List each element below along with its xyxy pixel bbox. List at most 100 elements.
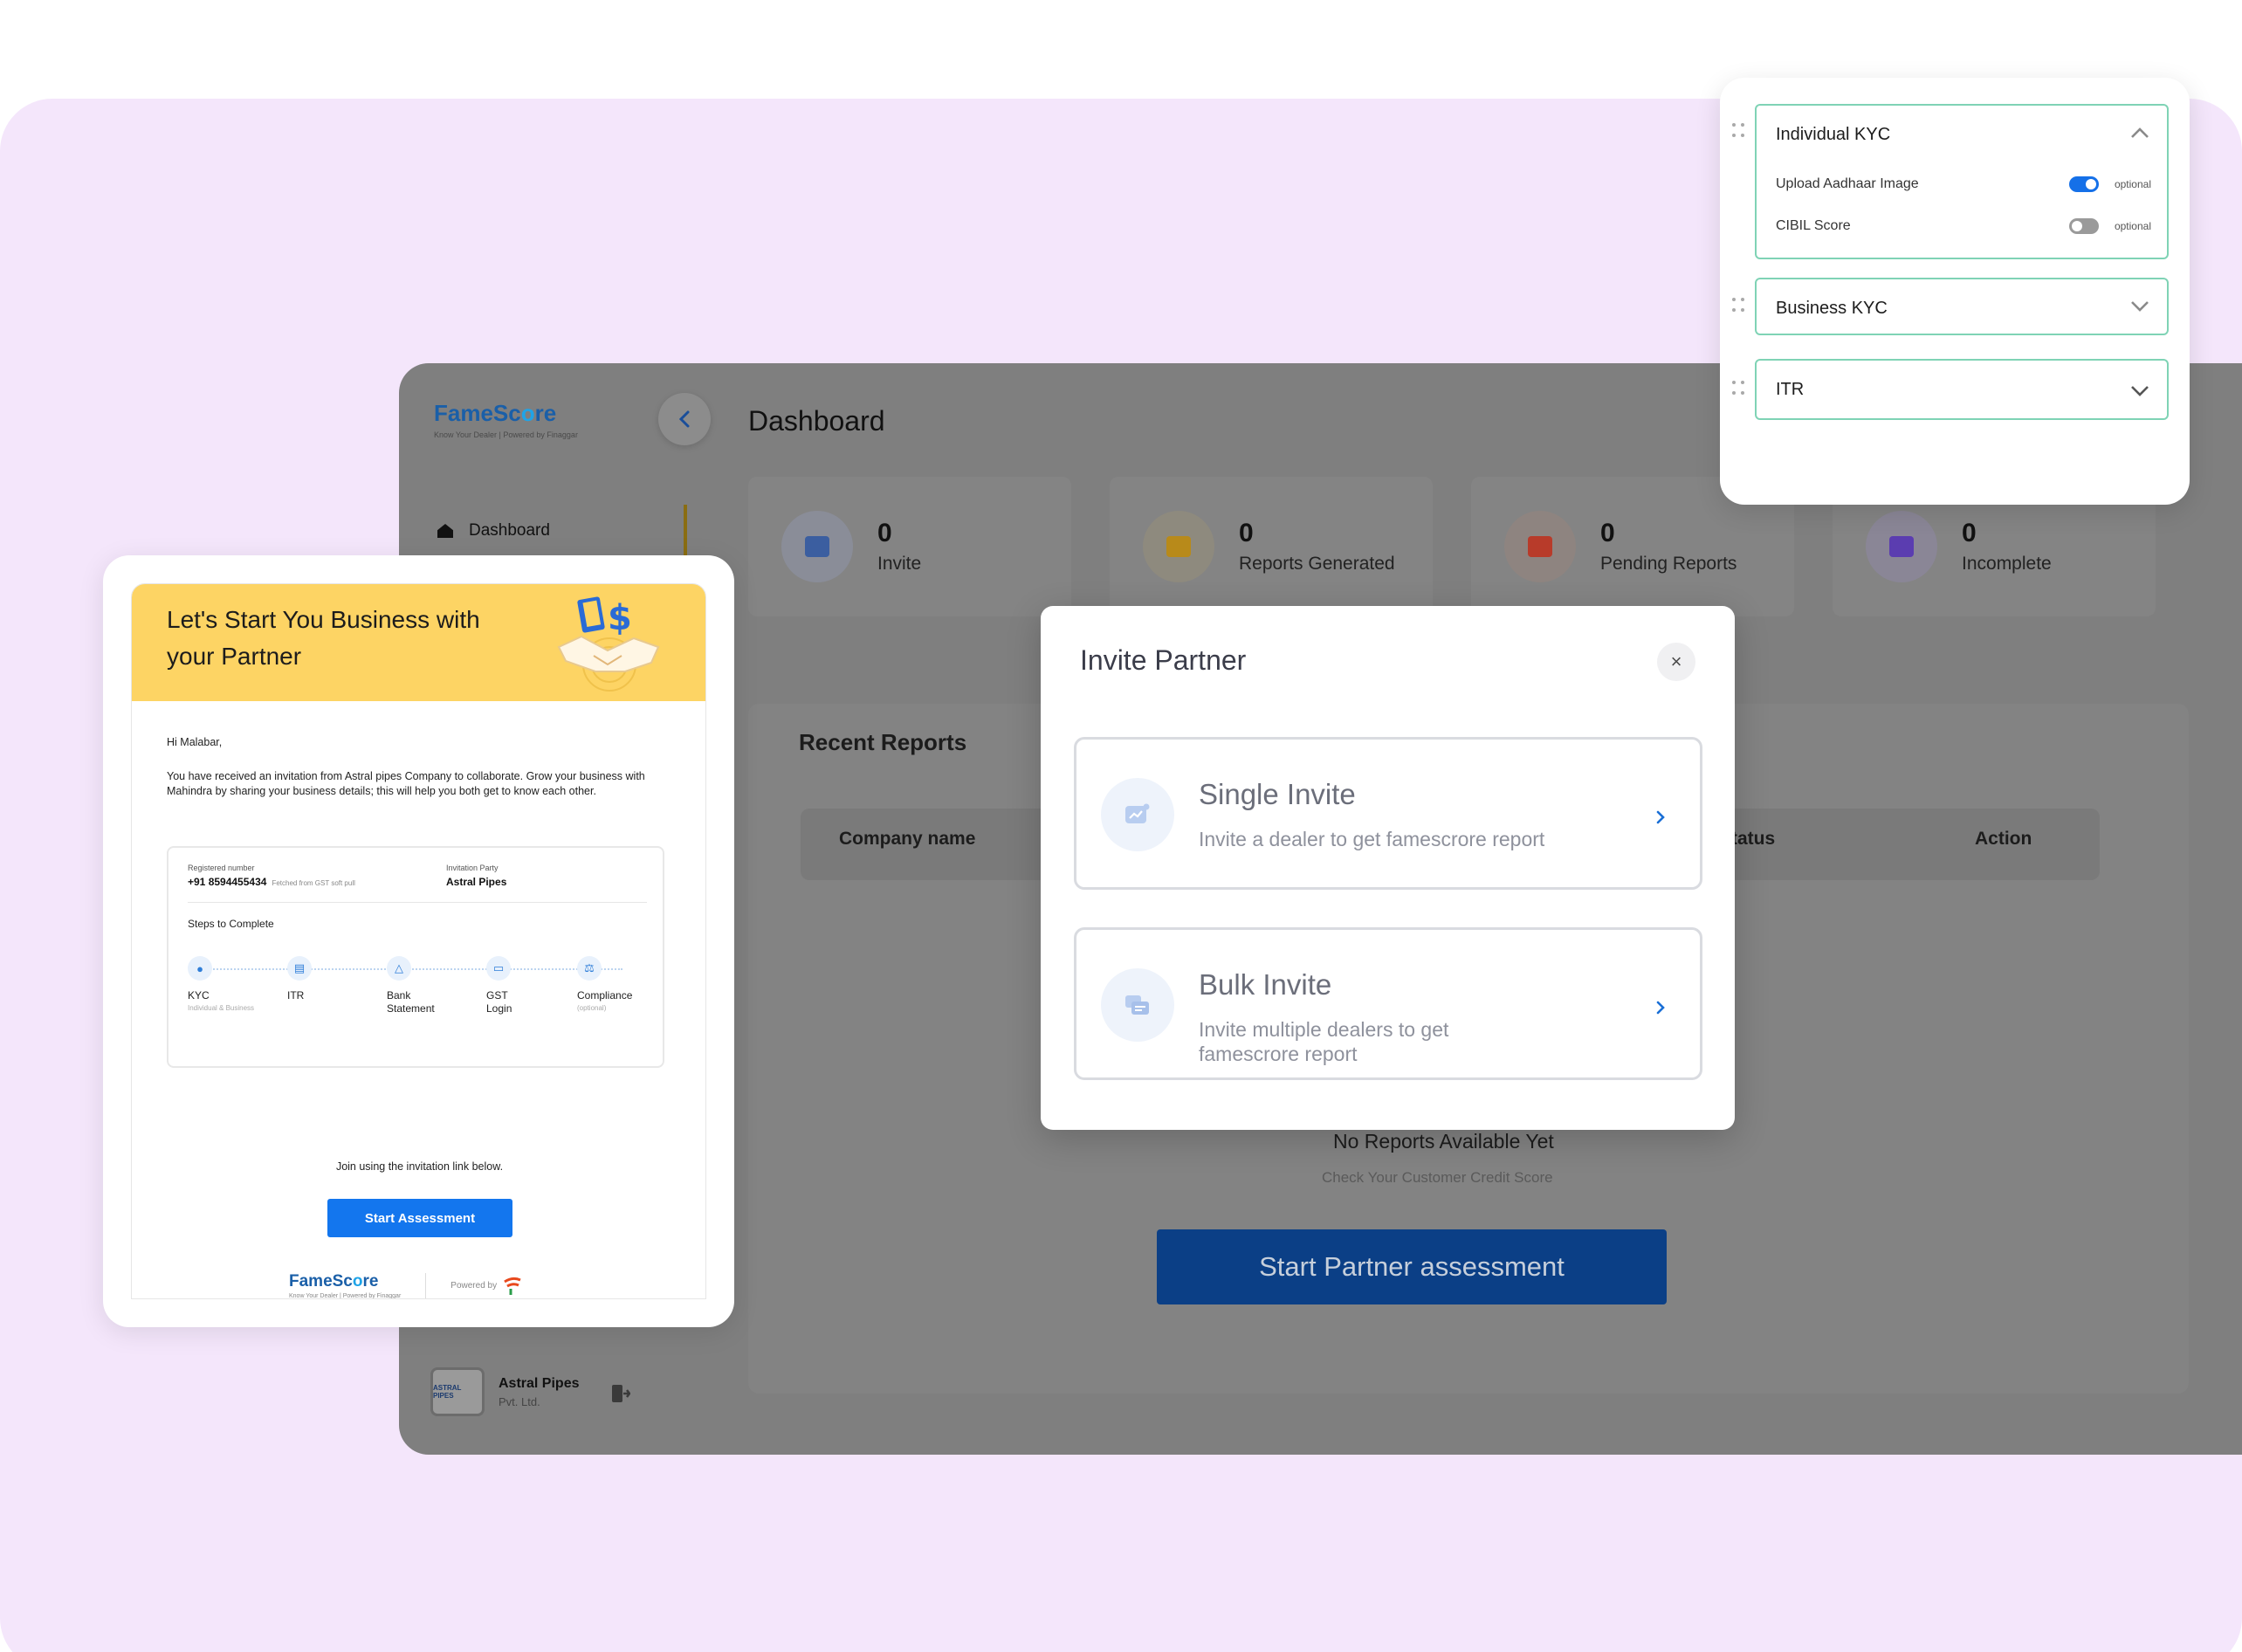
empty-state-subtitle: Check Your Customer Credit Score: [1322, 1169, 1553, 1186]
column-header-company[interactable]: Company name: [839, 829, 975, 850]
chart-icon: [1143, 511, 1214, 582]
kyc-section-business[interactable]: Business KYC: [1755, 278, 2169, 335]
step-label: ITR: [287, 989, 305, 1002]
powered-by-label: Powered by: [450, 1281, 498, 1291]
column-header-status[interactable]: tatus: [1731, 829, 1775, 850]
logo-tagline: Know Your Dealer | Powered by Finaggar: [434, 430, 578, 439]
column-header-action[interactable]: Action: [1975, 829, 2032, 850]
close-icon[interactable]: ×: [1657, 643, 1695, 681]
single-invite-icon: [1101, 778, 1174, 851]
tray-icon: [1866, 511, 1937, 582]
file-icon: ▭: [486, 956, 511, 981]
user-icon: ●: [188, 956, 212, 981]
start-partner-assessment-button[interactable]: Start Partner assessment: [1157, 1229, 1667, 1304]
famescore-logo[interactable]: FameScore Know Your Dealer | Powered by …: [434, 400, 578, 439]
stat-value: 0: [1962, 519, 1977, 547]
row-label: Upload Aadhaar Image: [1776, 176, 1919, 191]
section-header[interactable]: ITR: [1757, 361, 2167, 418]
company-name: Astral Pipes: [499, 1375, 580, 1391]
footer-logo: FameScore Know Your Dealer | Powered by …: [289, 1272, 402, 1299]
option-subtitle: Invite multiple dealers to get famescror…: [1199, 1018, 1449, 1065]
step-gst-login: ▭ GST Login: [486, 956, 530, 1015]
document-icon: ▤: [287, 956, 312, 981]
stat-value: 0: [1239, 519, 1254, 547]
step-label: KYC: [188, 989, 210, 1002]
inbox-icon: [781, 511, 853, 582]
row-label: CIBIL Score: [1776, 218, 1851, 233]
option-subtitle: Invite a dealer to get famescrore report: [1199, 828, 1545, 850]
section-header[interactable]: Business KYC: [1757, 279, 2167, 337]
invitation-email-card: Let's Start You Business with your Partn…: [103, 555, 734, 1327]
invitation-party-label: Invitation Party: [446, 864, 499, 872]
section-title: Business KYC: [1776, 298, 1888, 318]
optional-tag: optional: [2114, 220, 2151, 232]
option-title: Bulk Invite: [1199, 968, 1332, 1001]
page-title: Dashboard: [748, 405, 885, 437]
registered-number-label: Registered number: [188, 864, 255, 872]
drag-handle-icon[interactable]: [1732, 381, 1744, 396]
sidebar-item-dashboard[interactable]: Dashboard: [399, 505, 687, 557]
logout-icon[interactable]: [611, 1383, 630, 1404]
kyc-section-itr[interactable]: ITR: [1755, 359, 2169, 420]
footer-divider: [425, 1272, 427, 1298]
kyc-row-aadhaar: Upload Aadhaar Image optional: [1757, 163, 2167, 205]
chevron-down-icon[interactable]: [2130, 385, 2149, 397]
email-banner: Let's Start You Business with your Partn…: [132, 584, 705, 701]
stat-card-reports-generated: 0 Reports Generated: [1110, 477, 1433, 616]
cibil-toggle[interactable]: [2069, 218, 2099, 234]
steps-title: Steps to Complete: [188, 918, 274, 930]
stat-label: Invite: [877, 554, 922, 574]
invitation-party-value: Astral Pipes: [446, 876, 507, 888]
step-sub: (optional): [577, 1004, 607, 1012]
stat-label: Reports Generated: [1239, 554, 1395, 574]
kyc-row-cibil: CIBIL Score optional: [1757, 205, 2167, 247]
step-bank-statement: △ Bank Statement: [387, 956, 448, 1015]
step-itr: ▤ ITR: [287, 956, 375, 1002]
drag-handle-icon[interactable]: [1732, 123, 1744, 139]
join-text: Join using the invitation link below.: [335, 1160, 504, 1173]
kyc-settings-card: Individual KYC Upload Aadhaar Image opti…: [1720, 78, 2190, 505]
step-label: Compliance: [577, 989, 633, 1002]
email-content: Let's Start You Business with your Partn…: [131, 583, 706, 1299]
stat-value: 0: [1600, 519, 1615, 547]
chevron-up-icon[interactable]: [2130, 127, 2149, 139]
email-message: You have received an invitation from Ast…: [167, 770, 645, 797]
invitation-details: Registered number +91 8594455434 Fetched …: [167, 846, 664, 1068]
empty-state-title: No Reports Available Yet: [1333, 1130, 1554, 1153]
home-icon: [437, 524, 453, 538]
sidebar-item-label: Dashboard: [469, 521, 550, 540]
company-logo: ASTRAL PIPES: [430, 1367, 485, 1416]
stat-label: Incomplete: [1962, 554, 2052, 574]
footer-tagline: Know Your Dealer | Powered by Finaggar: [289, 1293, 402, 1299]
section-title: Individual KYC: [1776, 124, 1891, 144]
stat-value: 0: [877, 519, 892, 547]
email-greeting: Hi Malabar,: [167, 736, 223, 748]
section-header[interactable]: Individual KYC: [1757, 106, 2167, 163]
bank-icon: △: [387, 956, 411, 981]
question-icon: [1504, 511, 1576, 582]
company-profile[interactable]: ASTRAL PIPES Astral Pipes Pvt. Ltd.: [430, 1367, 579, 1416]
start-assessment-button[interactable]: Start Assessment: [327, 1199, 512, 1237]
chevron-down-icon[interactable]: [2130, 300, 2149, 313]
chevron-left-icon: [678, 410, 690, 428]
svg-text:$: $: [608, 598, 632, 638]
aadhaar-toggle[interactable]: [2069, 176, 2099, 192]
scale-icon: ⚖: [577, 956, 602, 981]
step-compliance: ⚖ Compliance (optional): [577, 956, 664, 1012]
step-label: GST Login: [486, 989, 512, 1015]
bulk-invite-icon: [1101, 968, 1174, 1042]
logo-text: FameScore: [434, 400, 557, 426]
handshake-icon: $: [557, 596, 660, 692]
modal-title: Invite Partner: [1080, 644, 1247, 676]
single-invite-option[interactable]: Single Invite Invite a dealer to get fam…: [1074, 737, 1702, 890]
drag-handle-icon[interactable]: [1732, 298, 1744, 313]
step-label: Bank Statement: [387, 989, 435, 1015]
stat-card-invite: 0 Invite: [748, 477, 1071, 616]
collapse-sidebar-button[interactable]: [658, 393, 711, 445]
fetched-note: Fetched from GST soft pull: [272, 879, 355, 887]
option-title: Single Invite: [1199, 778, 1356, 810]
bulk-invite-option[interactable]: Bulk Invite Invite multiple dealers to g…: [1074, 927, 1702, 1080]
chevron-right-icon: [1656, 1001, 1665, 1015]
stat-label: Pending Reports: [1600, 554, 1737, 574]
recent-reports-title: Recent Reports: [799, 729, 967, 755]
